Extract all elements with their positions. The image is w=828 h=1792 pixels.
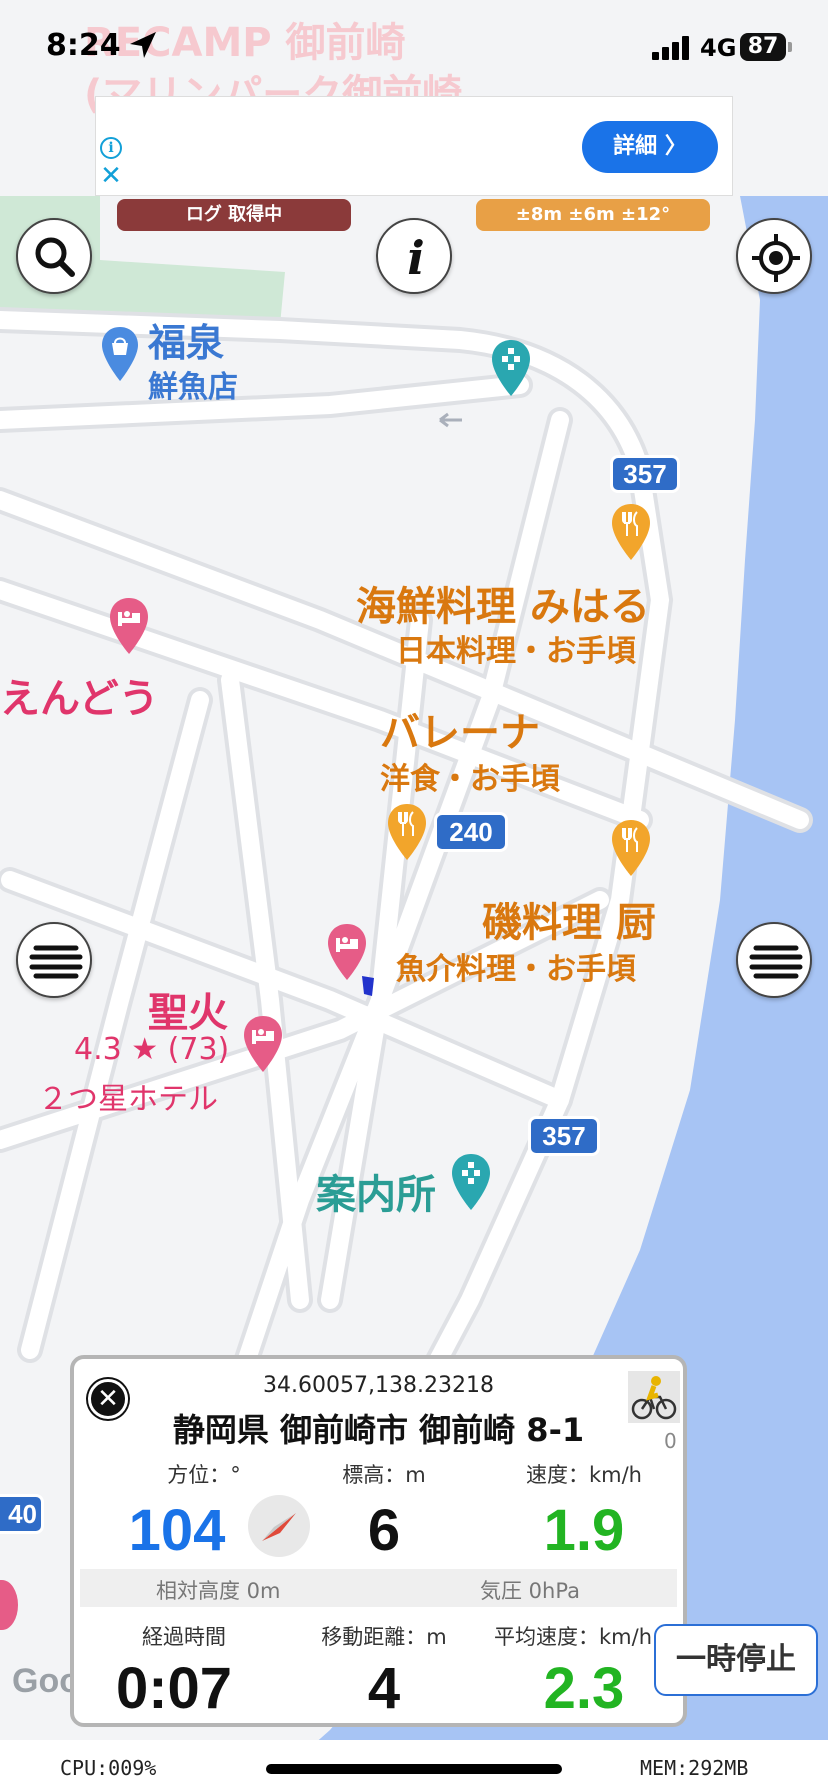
- svg-text:i: i: [407, 231, 424, 285]
- speed-label: 速度：km/h: [525, 1463, 642, 1487]
- ad-banner[interactable]: i ✕ 詳細 〉: [95, 96, 733, 196]
- place-rating-seika: 4.3 ★ (73): [74, 1032, 230, 1067]
- speed-value: 1.9: [543, 1498, 625, 1563]
- restaurant-pin-icon[interactable]: [610, 502, 652, 566]
- info-italic-icon: i: [407, 231, 424, 285]
- place-sub-fukusen: 鮮魚店: [148, 370, 238, 405]
- shop-pin-icon[interactable]: [100, 325, 140, 387]
- place-name-endou[interactable]: えんどう: [0, 666, 159, 724]
- place-sub-iso: 魚介料理・お手頃: [396, 952, 636, 987]
- battery-icon: 87: [740, 33, 786, 61]
- cellular-signal-icon: [652, 36, 692, 64]
- place-name-kaisen[interactable]: 海鮮料理 みはる: [356, 574, 650, 632]
- status-time: 8:24: [46, 28, 121, 63]
- info-pin-icon[interactable]: [490, 338, 532, 402]
- network-type: 4G: [700, 34, 737, 62]
- cyclist-icon[interactable]: [628, 1371, 680, 1423]
- place-name-info-center[interactable]: 案内所: [316, 1162, 436, 1220]
- route-shield-357: 357: [610, 455, 680, 493]
- hotel-pin-icon[interactable]: [242, 1014, 284, 1078]
- memory-usage: MEM:292MB: [640, 1756, 749, 1780]
- heading-label: 方位：°: [167, 1463, 241, 1487]
- left-menu-button[interactable]: [16, 922, 92, 998]
- info-pin-icon[interactable]: [450, 1152, 492, 1216]
- search-button[interactable]: [16, 218, 92, 294]
- pressure: 気圧 0hPa: [480, 1579, 580, 1603]
- place-sub-kaisen: 日本料理・お手頃: [396, 634, 636, 669]
- hamburger-menu-icon: [749, 945, 803, 979]
- restaurant-pin-icon[interactable]: [610, 818, 652, 882]
- sub-info-bar: 相対高度 0m 気圧 0hPa: [80, 1569, 677, 1607]
- search-icon: [35, 237, 75, 277]
- restaurant-pin-icon[interactable]: [386, 802, 428, 866]
- relative-height: 相対高度 0m: [156, 1579, 281, 1603]
- info-button[interactable]: i: [376, 218, 452, 294]
- route-shield-357: 357: [528, 1116, 600, 1156]
- place-sub-ballena: 洋食・お手頃: [380, 762, 560, 797]
- distance-label: 移動距離：m: [321, 1625, 447, 1649]
- locate-me-button[interactable]: [736, 218, 812, 294]
- cpu-usage: CPU:009%: [60, 1756, 157, 1780]
- place-name-fukusen[interactable]: 福泉: [148, 312, 224, 367]
- right-menu-button[interactable]: [736, 922, 812, 998]
- coordinates: 34.60057,138.23218: [263, 1373, 494, 1398]
- route-shield-240: 240: [434, 812, 508, 852]
- log-status-badge: ログ 取得中: [117, 199, 351, 231]
- info-icon[interactable]: i: [100, 137, 122, 159]
- hotel-pin-icon[interactable]: [108, 596, 150, 660]
- distance-value: 4: [367, 1656, 401, 1721]
- address: 静岡県 御前崎市 御前崎 8-1: [172, 1411, 585, 1449]
- system-info-bar: CPU:009% MEM:292MB: [0, 1740, 828, 1792]
- activity-count: 0: [664, 1429, 677, 1453]
- place-class-seika: ２つ星ホテル: [38, 1082, 218, 1117]
- elapsed-value: 0:07: [115, 1656, 233, 1721]
- accuracy-badge: ±8m ±6m ±12°: [476, 199, 710, 231]
- place-name-ballena[interactable]: バレーナ: [380, 700, 540, 758]
- home-indicator[interactable]: [266, 1764, 562, 1774]
- compass-icon: [246, 1493, 312, 1563]
- heading-value: 104: [128, 1498, 226, 1563]
- hamburger-menu-icon: [29, 945, 83, 979]
- ad-details-button[interactable]: 詳細 〉: [582, 121, 718, 173]
- crosshair-icon: [752, 234, 800, 282]
- elapsed-label: 経過時間: [142, 1625, 226, 1649]
- location-arrow-icon: [128, 30, 158, 64]
- avg-speed-value: 2.3: [543, 1656, 625, 1721]
- location-info-panel: ✕ 34.60057,138.23218 静岡県 御前崎市 御前崎 8-1 0 …: [70, 1355, 687, 1727]
- battery-nub: [788, 42, 792, 52]
- elevation-value: 6: [367, 1498, 401, 1563]
- place-name-iso[interactable]: 磯料理 厨: [482, 890, 656, 948]
- close-icon[interactable]: ✕: [98, 161, 124, 191]
- place-name-seika[interactable]: 聖火: [148, 980, 228, 1038]
- pause-button[interactable]: 一時停止: [654, 1624, 818, 1696]
- current-location-marker-icon: [360, 974, 376, 1002]
- elevation-label: 標高：m: [342, 1463, 426, 1487]
- status-bar: 8:24 4G 87: [0, 0, 828, 96]
- route-shield-40: 40: [0, 1494, 44, 1534]
